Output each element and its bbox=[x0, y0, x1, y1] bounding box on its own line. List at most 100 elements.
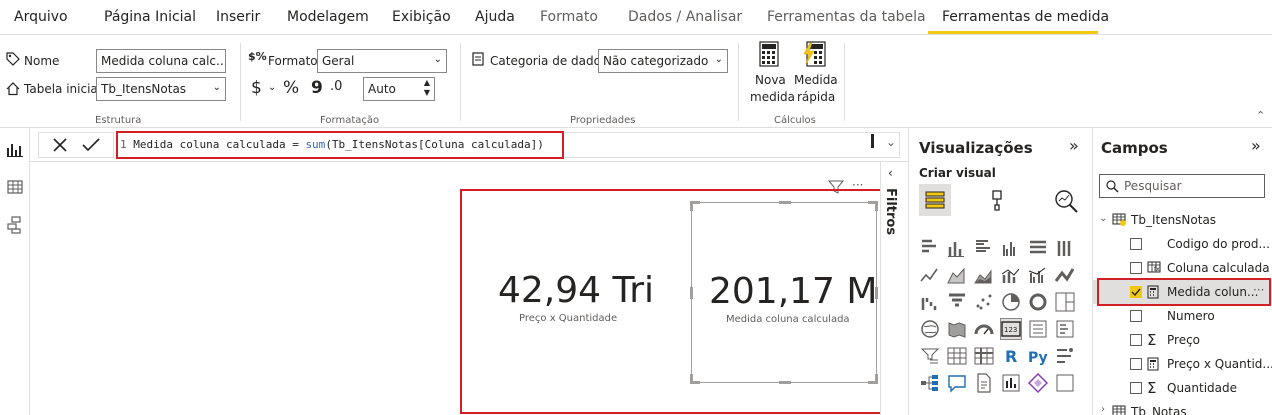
fields-search[interactable]: Pesquisar bbox=[1099, 174, 1265, 198]
tab-formato[interactable]: Formato bbox=[540, 9, 598, 25]
field-checkbox[interactable] bbox=[1130, 286, 1142, 298]
report-page[interactable]: ··· 42,94 Tri Preço x Quantidade 201,17 … bbox=[30, 162, 887, 415]
field-checkbox[interactable] bbox=[1130, 262, 1142, 274]
line-clustered-icon[interactable] bbox=[1027, 264, 1049, 286]
category-select[interactable]: Não categorizado ⌄ bbox=[598, 49, 728, 73]
gauge-icon[interactable] bbox=[973, 318, 995, 340]
100-bar-icon[interactable] bbox=[1027, 237, 1049, 259]
matrix-icon[interactable] bbox=[973, 345, 995, 367]
line-chart-icon[interactable] bbox=[919, 264, 941, 286]
field-item[interactable]: Σ Preço bbox=[1093, 328, 1272, 352]
home-table-select[interactable]: Tb_ItensNotas ⌄ bbox=[96, 77, 226, 101]
treemap-icon[interactable] bbox=[1054, 291, 1076, 313]
field-checkbox[interactable] bbox=[1130, 310, 1142, 322]
format-visual-tab[interactable] bbox=[987, 188, 1011, 212]
new-measure-button[interactable]: Nova medida bbox=[746, 39, 795, 109]
power-apps-icon[interactable] bbox=[1000, 372, 1022, 394]
currency-dropdown-icon[interactable]: ⌄ bbox=[268, 82, 276, 93]
table-tb-itensnotas[interactable]: ⌄ Tb_ItensNotas bbox=[1093, 208, 1272, 232]
clustered-bar-icon[interactable] bbox=[973, 237, 995, 259]
python-visual-icon[interactable]: Py bbox=[1027, 345, 1049, 367]
field-item[interactable]: fx Coluna calculada bbox=[1093, 256, 1272, 280]
resize-handle[interactable] bbox=[690, 201, 693, 211]
tab-ferramentas-tabela[interactable]: Ferramentas da tabela bbox=[767, 9, 926, 25]
percent-button[interactable]: % bbox=[283, 78, 299, 98]
field-checkbox[interactable] bbox=[1130, 358, 1142, 370]
card-medida-coluna[interactable]: 201,17 Mi Medida coluna calculada bbox=[690, 201, 887, 384]
menu-modelagem[interactable]: Modelagem bbox=[287, 9, 369, 25]
collapse-fields-icon[interactable]: » bbox=[1251, 136, 1261, 155]
resize-handle[interactable] bbox=[690, 374, 693, 384]
filled-map-icon[interactable] bbox=[946, 318, 968, 340]
clustered-column-icon[interactable] bbox=[1000, 237, 1022, 259]
resize-handle[interactable] bbox=[875, 201, 878, 211]
resize-handle[interactable] bbox=[779, 201, 791, 204]
field-checkbox[interactable] bbox=[1130, 382, 1142, 394]
expand-filters-icon[interactable]: ‹ bbox=[888, 166, 893, 180]
collapse-viz-icon[interactable]: » bbox=[1069, 136, 1079, 155]
field-item[interactable]: Preço x Quantid... bbox=[1093, 352, 1272, 376]
field-item[interactable]: Numero bbox=[1093, 304, 1272, 328]
name-input[interactable]: Medida coluna calc... bbox=[96, 49, 226, 73]
pie-chart-icon[interactable] bbox=[1000, 291, 1022, 313]
stacked-area-icon[interactable] bbox=[973, 264, 995, 286]
analytics-tab[interactable] bbox=[1053, 188, 1079, 214]
menu-arquivo[interactable]: Arquivo bbox=[14, 9, 68, 25]
data-view-icon[interactable] bbox=[6, 178, 24, 196]
power-automate-icon[interactable] bbox=[1027, 372, 1049, 394]
donut-chart-icon[interactable] bbox=[1027, 291, 1049, 313]
tab-dados-analisar[interactable]: Dados / Analisar bbox=[628, 9, 742, 25]
tab-ferramentas-medida[interactable]: Ferramentas de medida bbox=[942, 9, 1109, 25]
resize-handle[interactable] bbox=[690, 287, 693, 299]
qa-icon[interactable] bbox=[946, 372, 968, 394]
filters-pane[interactable]: ‹ Filtros bbox=[880, 162, 908, 415]
resize-handle[interactable] bbox=[875, 374, 878, 384]
resize-handle[interactable] bbox=[779, 381, 791, 384]
funnel-icon[interactable] bbox=[946, 291, 968, 313]
slicer-icon[interactable] bbox=[919, 345, 941, 367]
formula-input-area[interactable] bbox=[565, 132, 900, 158]
card-preco-quantidade[interactable]: 42,94 Tri Preço x Quantidade bbox=[470, 202, 690, 382]
multirow-card-icon[interactable] bbox=[1027, 318, 1049, 340]
area-chart-icon[interactable] bbox=[946, 264, 968, 286]
table-tb-notas[interactable]: › Tb_Notas bbox=[1093, 400, 1272, 415]
formula-input[interactable]: 1 Medida coluna calculada = sum(Tb_Itens… bbox=[116, 131, 564, 159]
chevron-right-icon[interactable]: › bbox=[1101, 404, 1105, 415]
comma-style-button[interactable]: 9 bbox=[311, 78, 323, 98]
more-visuals-icon[interactable] bbox=[1054, 372, 1076, 394]
field-item[interactable]: Medida colun... ··· bbox=[1093, 278, 1272, 306]
menu-exibicao[interactable]: Exibição bbox=[392, 9, 451, 25]
kpi-icon[interactable] bbox=[1054, 318, 1076, 340]
build-visual-tab[interactable] bbox=[919, 184, 951, 216]
format-select[interactable]: Geral ⌄ bbox=[317, 49, 447, 73]
paginated-report-icon[interactable] bbox=[973, 372, 995, 394]
expand-formula-icon[interactable]: ⌄ bbox=[886, 135, 896, 149]
cancel-icon[interactable] bbox=[52, 137, 68, 153]
field-checkbox[interactable] bbox=[1130, 334, 1142, 346]
commit-check-icon[interactable] bbox=[82, 137, 100, 153]
chevron-down-icon[interactable]: ⌄ bbox=[1099, 213, 1107, 224]
ribbon-chart-icon[interactable] bbox=[1054, 264, 1076, 286]
field-checkbox[interactable] bbox=[1130, 238, 1142, 250]
report-view-icon[interactable] bbox=[6, 140, 24, 158]
stacked-bar-icon[interactable] bbox=[919, 237, 941, 259]
field-item[interactable]: Codigo do prod... bbox=[1093, 232, 1272, 256]
decimal-places-spinner[interactable]: Auto ▲ ▼ bbox=[363, 77, 435, 101]
key-influencers-icon[interactable] bbox=[1054, 345, 1076, 367]
line-column-icon[interactable] bbox=[1000, 264, 1022, 286]
resize-handle[interactable] bbox=[875, 287, 878, 299]
table-visual-icon[interactable] bbox=[946, 345, 968, 367]
scatter-icon[interactable] bbox=[973, 291, 995, 313]
100-column-icon[interactable] bbox=[1054, 237, 1076, 259]
stacked-column-icon[interactable] bbox=[946, 237, 968, 259]
quick-measure-button[interactable]: Medida rápida bbox=[792, 39, 838, 109]
menu-pagina-inicial[interactable]: Página Inicial bbox=[104, 9, 196, 25]
map-icon[interactable] bbox=[919, 318, 941, 340]
r-visual-icon[interactable]: R bbox=[1000, 345, 1022, 367]
more-options-icon[interactable]: ··· bbox=[1253, 283, 1264, 297]
menu-ajuda[interactable]: Ajuda bbox=[475, 9, 515, 25]
collapse-ribbon-icon[interactable]: ⌃ bbox=[1256, 109, 1265, 122]
decomposition-tree-icon[interactable] bbox=[919, 372, 941, 394]
waterfall-icon[interactable] bbox=[919, 291, 941, 313]
spinner-arrows-icon[interactable]: ▲ ▼ bbox=[424, 78, 430, 98]
